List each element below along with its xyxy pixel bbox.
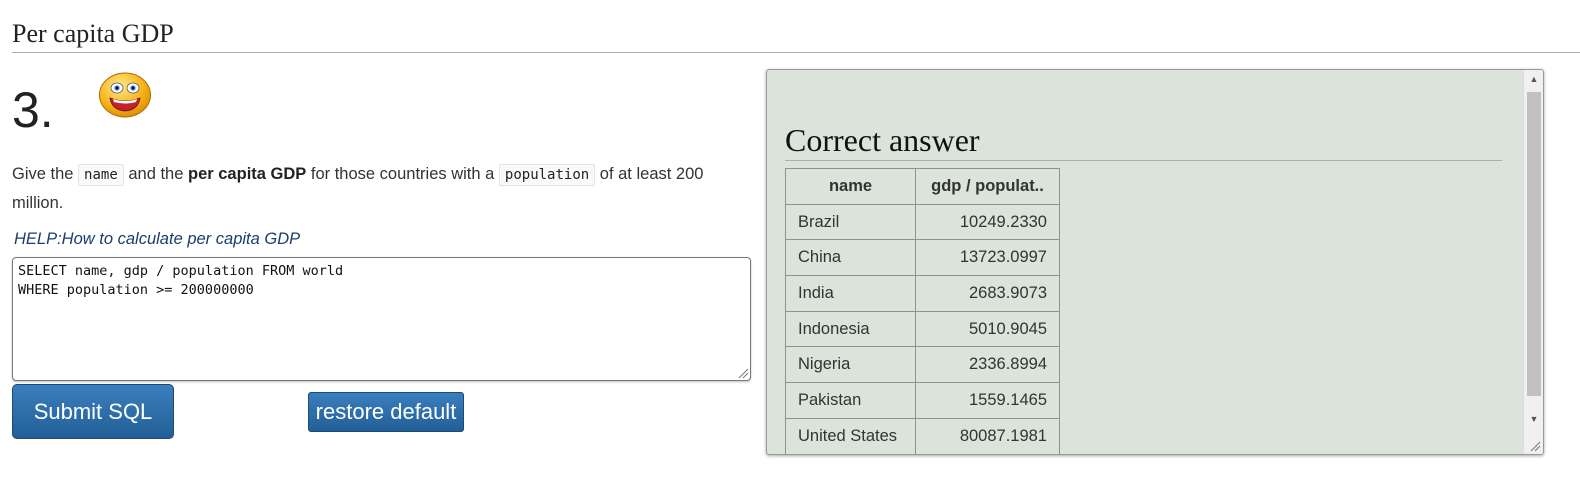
table-row: Brazil 10249.2330 (785, 203, 1060, 241)
code-population: population (498, 164, 596, 186)
country-name-cell: Indonesia (785, 310, 916, 348)
table-row: United States 80087.1981 (785, 417, 1060, 454)
gdp-per-capita-cell: 10249.2330 (915, 203, 1060, 241)
country-name-cell: Brazil (785, 203, 916, 241)
gdp-per-capita-cell: 13723.0997 (915, 239, 1060, 277)
scrollbar-thumb[interactable] (1527, 92, 1541, 396)
table-row: China 13723.0997 (785, 239, 1060, 277)
per-capita-gdp-bold: per capita GDP (188, 165, 307, 183)
gdp-per-capita-cell: 80087.1981 (915, 417, 1060, 454)
scroll-up-arrow-icon[interactable]: ▲ (1524, 70, 1543, 88)
gdp-per-capita-cell: 1559.1465 (915, 382, 1060, 419)
resize-grip-icon[interactable] (1529, 440, 1541, 452)
question-text-part: and the (123, 165, 188, 183)
gdp-per-capita-cell: 5010.9045 (915, 310, 1060, 348)
country-name-cell: China (785, 239, 916, 277)
answer-heading: Correct answer (785, 122, 1502, 161)
submit-sql-button[interactable]: Submit SQL (12, 384, 174, 439)
smiley-face-icon (99, 72, 151, 118)
table-row: Indonesia 5010.9045 (785, 310, 1060, 348)
question-text: Give the name and the per capita GDP for… (12, 160, 757, 217)
question-text-part: for those countries with a (306, 165, 499, 183)
answer-table: name gdp / populat.. Brazil 10249.2330 C… (785, 168, 1060, 454)
question-text-part: Give the (12, 165, 79, 183)
scroll-down-arrow-icon[interactable]: ▼ (1524, 410, 1543, 428)
column-header-gdp-per-capita: gdp / populat.. (915, 168, 1060, 205)
gdp-per-capita-cell: 2336.8994 (915, 346, 1060, 384)
help-link[interactable]: HELP:How to calculate per capita GDP (14, 230, 300, 249)
table-header-row: name gdp / populat.. (785, 168, 1060, 205)
gdp-per-capita-cell: 2683.9073 (915, 275, 1060, 312)
answer-scrollbar[interactable]: ▲ ▼ (1523, 70, 1543, 454)
table-row: Nigeria 2336.8994 (785, 346, 1060, 384)
country-name-cell: Nigeria (785, 346, 916, 384)
country-name-cell: Pakistan (785, 382, 916, 419)
code-name: name (78, 164, 124, 186)
answer-frame[interactable]: Correct answer name gdp / populat.. Braz… (766, 69, 1544, 455)
section-title: Per capita GDP (12, 18, 1580, 53)
table-row: India 2683.9073 (785, 275, 1060, 312)
restore-default-button[interactable]: restore default (308, 392, 464, 432)
country-name-cell: India (785, 275, 916, 312)
question-number: 3. (12, 82, 54, 138)
table-row: Pakistan 1559.1465 (785, 382, 1060, 419)
resize-grip-icon[interactable] (737, 367, 749, 379)
column-header-name: name (785, 168, 916, 205)
sql-editor[interactable]: SELECT name, gdp / population FROM world… (12, 257, 751, 381)
country-name-cell: United States (785, 417, 916, 454)
